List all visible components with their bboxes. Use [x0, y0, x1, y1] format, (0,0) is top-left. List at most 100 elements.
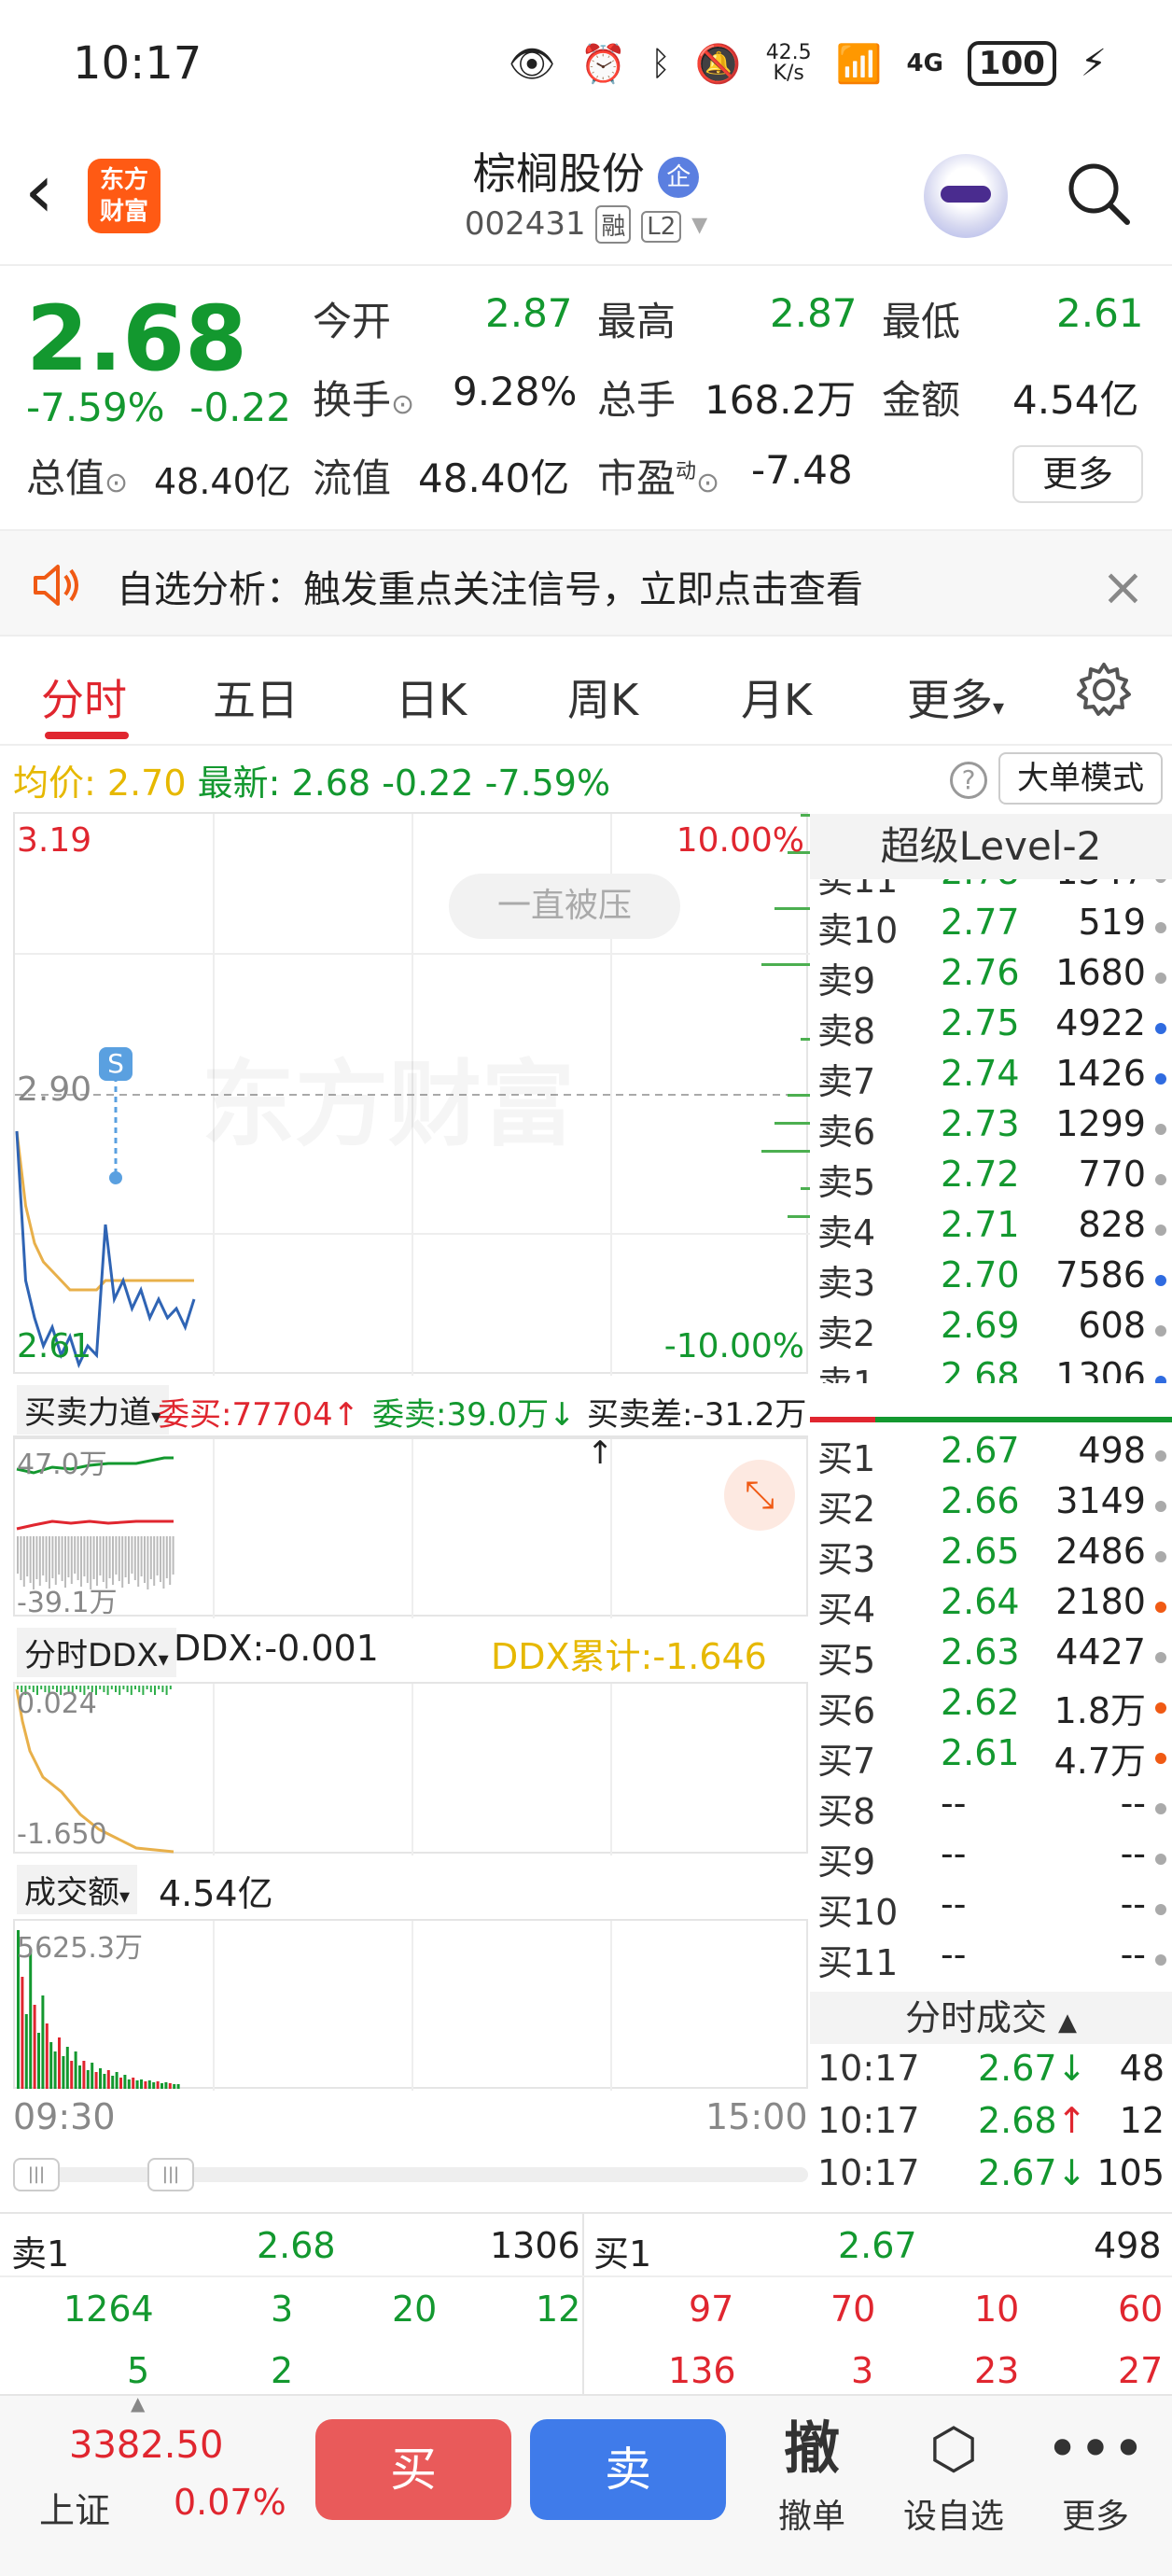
- cancel-order-button[interactable]: 撤 撤单: [746, 2416, 877, 2538]
- sell1-label: 卖1: [11, 2233, 70, 2275]
- more-quote-button[interactable]: 更多: [1012, 445, 1143, 503]
- bid-level-price: --: [941, 1783, 967, 1824]
- ask-level-row[interactable]: 卖2 2.69 608: [810, 1305, 1172, 1355]
- tab-five-day[interactable]: 五日: [213, 666, 299, 728]
- ask-level-row[interactable]: 卖9 2.76 1680: [810, 952, 1172, 1002]
- marker-dot: [109, 1171, 122, 1184]
- intraday-chart[interactable]: 东方财富 3.19 2.90 2.61 10.00% -10.00% 一直被压 …: [13, 812, 810, 1376]
- ask-level-price: 2.77: [941, 902, 1020, 943]
- flow-bar: [137, 1536, 140, 1587]
- ddx-bar: [110, 1686, 113, 1689]
- flow-bar: [121, 1536, 124, 1588]
- table-row-divider: [0, 2275, 1172, 2277]
- dropdown-icon: ▾: [691, 205, 708, 243]
- level-dot-icon: [1155, 1803, 1166, 1814]
- ticks-header[interactable]: 分时成交 ▲: [810, 1992, 1172, 2044]
- flow-bar: [20, 1536, 22, 1580]
- tab-monthly-k[interactable]: 月K: [741, 666, 812, 728]
- bid-level-row[interactable]: 买6 2.62 1.8万: [810, 1682, 1172, 1732]
- ask-level-volume: 519: [1078, 902, 1146, 943]
- tab-more[interactable]: 更多▾: [907, 666, 1004, 728]
- sell-button[interactable]: 卖: [530, 2419, 726, 2520]
- ddx-cumulative: DDX累计:-1.646: [491, 1636, 767, 1677]
- ask-level-label: 卖9: [817, 960, 876, 1001]
- bid-level-row[interactable]: 买8 -- --: [810, 1783, 1172, 1833]
- ddx-selector[interactable]: 分时DDX▾: [17, 1628, 176, 1677]
- table-divider: [582, 2214, 584, 2396]
- flow-bar: [124, 1536, 127, 1577]
- bid-level-row[interactable]: 买9 -- --: [810, 1833, 1172, 1883]
- help-icon[interactable]: ?: [950, 762, 987, 799]
- add-watchlist-button[interactable]: ⬡ 设自选: [888, 2416, 1019, 2538]
- volume-selector[interactable]: 成交额▾: [17, 1865, 138, 1914]
- bid-level-row[interactable]: 买5 2.63 4427: [810, 1631, 1172, 1682]
- ask-level-row[interactable]: 卖11 2.78 1347: [810, 879, 1172, 902]
- book-title[interactable]: 超级Level-2: [810, 814, 1172, 879]
- header: ‹ 东方 财富 棕榈股份 企 002431 融 L2 ▾: [0, 131, 1172, 266]
- level-dot-icon: [1155, 1376, 1166, 1383]
- bid-level-price: 2.63: [941, 1631, 1020, 1673]
- last-price: 2.68: [26, 287, 247, 391]
- search-icon[interactable]: [1064, 159, 1131, 226]
- trend-pill[interactable]: 一直被压: [449, 874, 680, 939]
- gear-icon[interactable]: [1073, 659, 1135, 721]
- ask-depth-bars: [761, 814, 810, 1218]
- net-speed: 42.5 K/s: [765, 41, 812, 85]
- level-dot-icon: [1155, 1753, 1166, 1764]
- big-order-mode-button[interactable]: 大单模式: [998, 752, 1163, 805]
- ask-level-row[interactable]: 卖1 2.68 1306: [810, 1355, 1172, 1383]
- info-icon: ⊙: [105, 467, 129, 499]
- index-name[interactable]: 上证: [39, 2482, 110, 2533]
- ask-level-row[interactable]: 卖5 2.72 770: [810, 1154, 1172, 1204]
- ask-level-price: 2.70: [941, 1254, 1020, 1295]
- tab-weekly-k[interactable]: 周K: [567, 666, 638, 728]
- ask-level-price: 2.76: [941, 952, 1020, 993]
- charging-icon: ⚡: [1080, 42, 1107, 85]
- close-icon[interactable]: ×: [1101, 557, 1145, 618]
- bid-level-label: 买7: [817, 1741, 876, 1782]
- flow-svg: [16, 1439, 612, 1618]
- bid-level-row[interactable]: 买11 -- --: [810, 1934, 1172, 1984]
- pe-value: -7.48: [751, 447, 853, 493]
- ask-level-row[interactable]: 卖4 2.71 828: [810, 1204, 1172, 1254]
- index-value[interactable]: 3382.50: [69, 2424, 223, 2467]
- bid-level-row[interactable]: 买4 2.64 2180: [810, 1581, 1172, 1631]
- flow-selector[interactable]: 买卖力道▾: [17, 1385, 170, 1435]
- buy-button[interactable]: 买: [315, 2419, 511, 2520]
- tab-daily-k[interactable]: 日K: [396, 666, 467, 728]
- ask-level-row[interactable]: 卖8 2.75 4922: [810, 1002, 1172, 1053]
- volume-bar: [111, 2076, 115, 2089]
- flow-bar: [61, 1536, 63, 1581]
- volume-bar: [70, 2061, 74, 2089]
- price-info-line: 均价: 2.70 最新: 2.68 -0.22 -7.59% ? 大单模式: [0, 747, 1172, 812]
- ask-level-label: 卖1: [817, 1355, 875, 1383]
- tab-intraday[interactable]: 分时: [41, 666, 127, 728]
- time-scrollbar[interactable]: ||| |||: [13, 2158, 808, 2191]
- range-handle-right[interactable]: |||: [147, 2158, 194, 2191]
- signal-marker[interactable]: S: [99, 1047, 133, 1081]
- bid-level-row[interactable]: 买1 2.67 498: [810, 1430, 1172, 1480]
- ask-level-row[interactable]: 卖7 2.74 1426: [810, 1053, 1172, 1103]
- index-change[interactable]: 0.07%: [174, 2482, 286, 2523]
- ddx-bar: [142, 1686, 145, 1695]
- assistant-robot-icon[interactable]: [924, 154, 1008, 238]
- ask-level-label: 卖4: [817, 1212, 876, 1253]
- bid-level-row[interactable]: 买10 -- --: [810, 1883, 1172, 1934]
- bid-level-row[interactable]: 买7 2.61 4.7万: [810, 1732, 1172, 1783]
- bid-level-price: --: [941, 1883, 967, 1925]
- ask-level-row[interactable]: 卖3 2.70 7586: [810, 1254, 1172, 1305]
- expand-icon[interactable]: ⤡: [724, 1460, 795, 1531]
- bid-level-label: 买9: [817, 1841, 876, 1883]
- battery-icon: 100: [967, 41, 1056, 86]
- flow-bar: [165, 1536, 168, 1578]
- ask-level-row[interactable]: 卖10 2.77 519: [810, 902, 1172, 952]
- bid-level-row[interactable]: 买2 2.66 3149: [810, 1480, 1172, 1531]
- ask-level-price: 2.75: [941, 1002, 1020, 1043]
- float-label: 流值: [313, 455, 392, 501]
- alert-banner[interactable]: 自选分析：触发重点关注信号，立即点击查看 ×: [0, 529, 1172, 637]
- flow-bar: [92, 1536, 95, 1579]
- bid-level-row[interactable]: 买3 2.65 2486: [810, 1531, 1172, 1581]
- range-handle-left[interactable]: |||: [13, 2158, 60, 2191]
- more-menu-button[interactable]: ••• 更多: [1030, 2416, 1161, 2538]
- ask-level-row[interactable]: 卖6 2.73 1299: [810, 1103, 1172, 1154]
